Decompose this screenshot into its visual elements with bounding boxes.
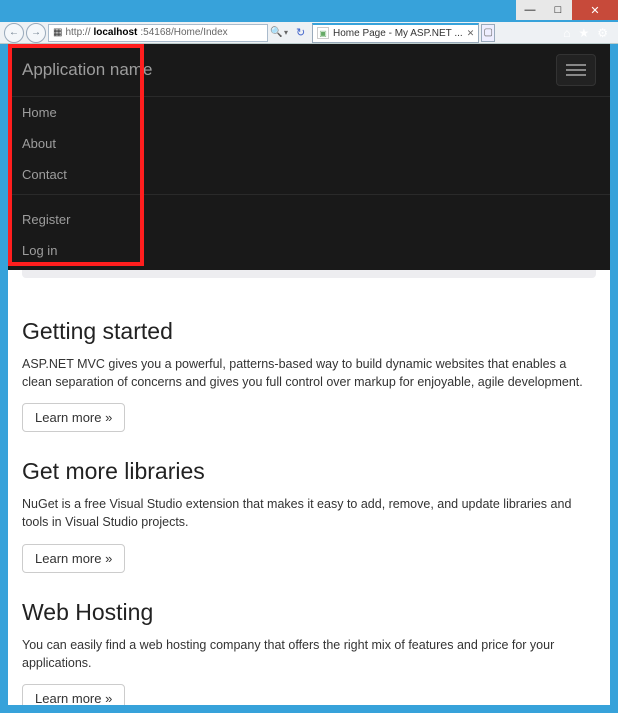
back-button[interactable]: ←	[4, 23, 24, 43]
section-body: ASP.NET MVC gives you a powerful, patter…	[22, 355, 596, 391]
nav-list-main: Home About Contact	[8, 96, 610, 190]
hamburger-bar-icon	[566, 74, 586, 76]
browser-viewport: Application name Home About Contact Regi…	[0, 44, 618, 713]
tab-title: Home Page - My ASP.NET ...	[333, 28, 463, 39]
nav-list-account: Register Log in	[8, 204, 610, 266]
window-minimize-button[interactable]: —	[516, 0, 544, 20]
section-web-hosting: Web Hosting You can easily find a web ho…	[22, 599, 596, 706]
window-maximize-button[interactable]: □	[544, 0, 572, 20]
address-dropdown-icon[interactable]: ▾	[284, 28, 294, 37]
tab-favicon: ▣	[317, 27, 329, 39]
tab-close-icon[interactable]: ✕	[467, 28, 475, 39]
brand-link[interactable]: Application name	[22, 60, 152, 80]
main-content: Getting started ASP.NET MVC gives you a …	[8, 278, 610, 705]
navbar-toggle-button[interactable]	[556, 54, 596, 86]
nav-item-about[interactable]: About	[8, 128, 610, 159]
navbar-header: Application name	[8, 44, 610, 96]
window-titlebar: — □ ✕	[0, 0, 618, 22]
favorites-icon[interactable]: ★	[578, 26, 589, 40]
search-icon[interactable]: 🔍	[270, 27, 282, 38]
url-path: :54168/Home/Index	[140, 27, 227, 38]
nav-item-contact[interactable]: Contact	[8, 159, 610, 190]
window-close-button[interactable]: ✕	[572, 0, 618, 20]
learn-more-button[interactable]: Learn more »	[22, 403, 125, 432]
url-protocol: http://	[65, 27, 90, 38]
navbar: Application name Home About Contact Regi…	[8, 44, 610, 270]
refresh-button[interactable]: ↻	[296, 26, 310, 39]
forward-button[interactable]: →	[26, 23, 46, 43]
nav-item-register[interactable]: Register	[8, 204, 610, 235]
browser-toolbar: ← → ▦ http://localhost:54168/Home/Index …	[0, 22, 618, 44]
learn-more-button[interactable]: Learn more »	[22, 684, 125, 705]
settings-icon[interactable]: ⚙	[597, 26, 608, 40]
section-body: You can easily find a web hosting compan…	[22, 636, 596, 672]
section-title: Get more libraries	[22, 458, 596, 485]
new-tab-button[interactable]: ▢	[481, 24, 495, 42]
url-host: localhost	[93, 27, 137, 38]
nav-separator	[8, 194, 610, 204]
nav-item-home[interactable]: Home	[8, 97, 610, 128]
section-title: Web Hosting	[22, 599, 596, 626]
toolbar-right: ⌂ ★ ⚙	[563, 26, 614, 40]
browser-tab[interactable]: ▣ Home Page - My ASP.NET ... ✕	[312, 23, 479, 43]
learn-more-button[interactable]: Learn more »	[22, 544, 125, 573]
hamburger-bar-icon	[566, 69, 586, 71]
address-bar[interactable]: ▦ http://localhost:54168/Home/Index	[48, 24, 268, 42]
section-getting-started: Getting started ASP.NET MVC gives you a …	[22, 318, 596, 432]
section-title: Getting started	[22, 318, 596, 345]
section-body: NuGet is a free Visual Studio extension …	[22, 495, 596, 531]
section-get-libraries: Get more libraries NuGet is a free Visua…	[22, 458, 596, 572]
hamburger-bar-icon	[566, 64, 586, 66]
jumbotron-remnant	[22, 270, 596, 278]
page-favicon: ▦	[53, 27, 62, 38]
page-body: Application name Home About Contact Regi…	[8, 44, 610, 705]
home-icon[interactable]: ⌂	[563, 26, 570, 40]
nav-item-login[interactable]: Log in	[8, 235, 610, 266]
